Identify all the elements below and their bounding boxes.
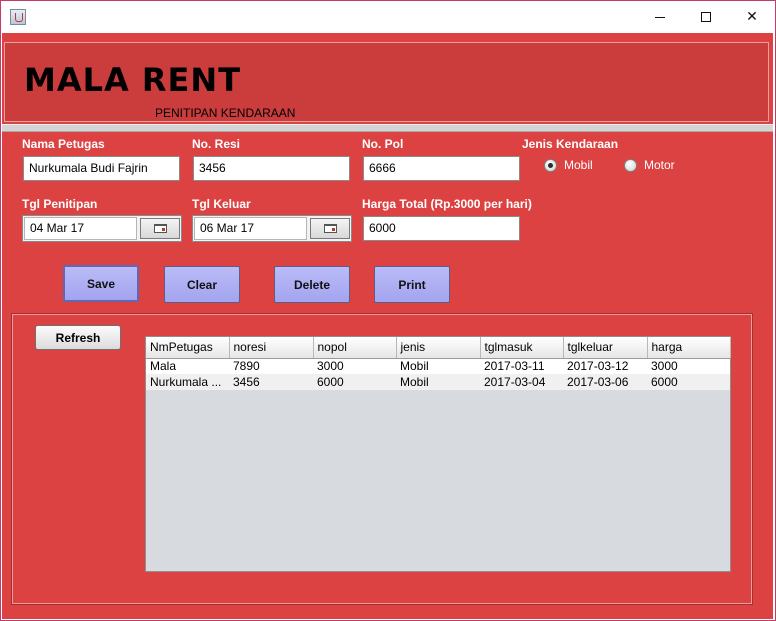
no-pol-label: No. Pol bbox=[362, 137, 404, 151]
data-panel: Refresh NmPetugas noresi nopol jenis tgl… bbox=[11, 313, 753, 605]
table-cell: Nurkumala ... bbox=[146, 374, 229, 390]
tgl-penitipan-field[interactable]: 04 Mar 17 bbox=[24, 217, 137, 240]
no-resi-label: No. Resi bbox=[192, 137, 241, 151]
table-cell: Mala bbox=[146, 358, 229, 374]
column-header-tglkeluar[interactable]: tglkeluar bbox=[563, 337, 648, 359]
table-cell: Mobil bbox=[396, 358, 480, 374]
radio-motor-label: Motor bbox=[644, 158, 675, 172]
radio-mobil-label: Mobil bbox=[564, 158, 593, 172]
no-pol-field[interactable]: 6666 bbox=[363, 156, 520, 181]
column-header-noresi[interactable]: noresi bbox=[229, 337, 314, 359]
close-icon: ✕ bbox=[746, 9, 758, 25]
radio-motor[interactable]: Motor bbox=[624, 158, 675, 172]
table-cell: 6000 bbox=[313, 374, 396, 390]
nama-petugas-field[interactable]: Nurkumala Budi Fajrin bbox=[23, 156, 180, 181]
minimize-button[interactable] bbox=[637, 1, 683, 33]
nama-petugas-label: Nama Petugas bbox=[22, 137, 105, 151]
header-banner: MALA RENT PENITIPAN KENDARAAN bbox=[4, 42, 769, 122]
table-cell: 3000 bbox=[647, 358, 730, 374]
app-logo: MALA RENT bbox=[24, 61, 242, 99]
column-header-harga[interactable]: harga bbox=[647, 337, 731, 359]
maximize-icon bbox=[701, 12, 711, 22]
tgl-penitipan-calendar-button[interactable] bbox=[140, 218, 180, 239]
data-table: NmPetugas noresi nopol jenis tglmasuk tg… bbox=[145, 336, 731, 572]
radio-motor-dot[interactable] bbox=[624, 158, 637, 172]
tgl-keluar-picker: 06 Mar 17 bbox=[192, 215, 352, 242]
column-header-tglmasuk[interactable]: tglmasuk bbox=[480, 337, 564, 359]
title-bar[interactable]: ✕ bbox=[1, 1, 775, 33]
separator bbox=[2, 124, 773, 132]
table-header-row: NmPetugas noresi nopol jenis tglmasuk tg… bbox=[146, 337, 731, 359]
radio-mobil-dot[interactable] bbox=[544, 158, 557, 172]
table-row[interactable]: Nurkumala ... 3456 6000 Mobil 2017-03-04… bbox=[146, 374, 730, 390]
table-cell: 2017-03-06 bbox=[563, 374, 647, 390]
minimize-icon bbox=[655, 16, 665, 18]
app-window: ✕ MALA RENT PENITIPAN KENDARAAN Nama Pet… bbox=[0, 0, 776, 621]
table-cell: 7890 bbox=[229, 358, 313, 374]
print-button[interactable]: Print bbox=[374, 266, 450, 303]
table-cell: 2017-03-12 bbox=[563, 358, 647, 374]
column-header-nmpetugas[interactable]: NmPetugas bbox=[146, 337, 230, 359]
table-cell: 3456 bbox=[229, 374, 313, 390]
save-button[interactable]: Save bbox=[63, 265, 139, 302]
tgl-keluar-field[interactable]: 06 Mar 17 bbox=[194, 217, 307, 240]
tgl-keluar-calendar-button[interactable] bbox=[310, 218, 350, 239]
close-button[interactable]: ✕ bbox=[729, 1, 775, 33]
harga-total-label: Harga Total (Rp.3000 per hari) bbox=[362, 197, 532, 211]
java-cup-icon bbox=[10, 9, 26, 25]
calendar-icon bbox=[323, 224, 337, 233]
column-header-jenis[interactable]: jenis bbox=[396, 337, 481, 359]
no-resi-field[interactable]: 3456 bbox=[193, 156, 350, 181]
table-row[interactable]: Mala 7890 3000 Mobil 2017-03-11 2017-03-… bbox=[146, 358, 730, 374]
tgl-keluar-label: Tgl Keluar bbox=[192, 197, 251, 211]
maximize-button[interactable] bbox=[683, 1, 729, 33]
radio-mobil[interactable]: Mobil bbox=[544, 158, 593, 172]
app-subtitle: PENITIPAN KENDARAAN bbox=[155, 106, 296, 120]
column-header-nopol[interactable]: nopol bbox=[313, 337, 397, 359]
clear-button[interactable]: Clear bbox=[164, 266, 240, 303]
table-cell: Mobil bbox=[396, 374, 480, 390]
tgl-penitipan-picker: 04 Mar 17 bbox=[22, 215, 182, 242]
main-frame: MALA RENT PENITIPAN KENDARAAN Nama Petug… bbox=[2, 33, 773, 619]
calendar-icon bbox=[153, 224, 167, 233]
table-cell: 2017-03-11 bbox=[480, 358, 563, 374]
table-cell: 6000 bbox=[647, 374, 730, 390]
jenis-kendaraan-label: Jenis Kendaraan bbox=[522, 137, 619, 151]
tgl-penitipan-label: Tgl Penitipan bbox=[22, 197, 98, 211]
refresh-button[interactable]: Refresh bbox=[35, 325, 121, 350]
delete-button[interactable]: Delete bbox=[274, 266, 350, 303]
table-cell: 2017-03-04 bbox=[480, 374, 563, 390]
table-cell: 3000 bbox=[313, 358, 396, 374]
harga-total-field[interactable]: 6000 bbox=[363, 216, 520, 241]
